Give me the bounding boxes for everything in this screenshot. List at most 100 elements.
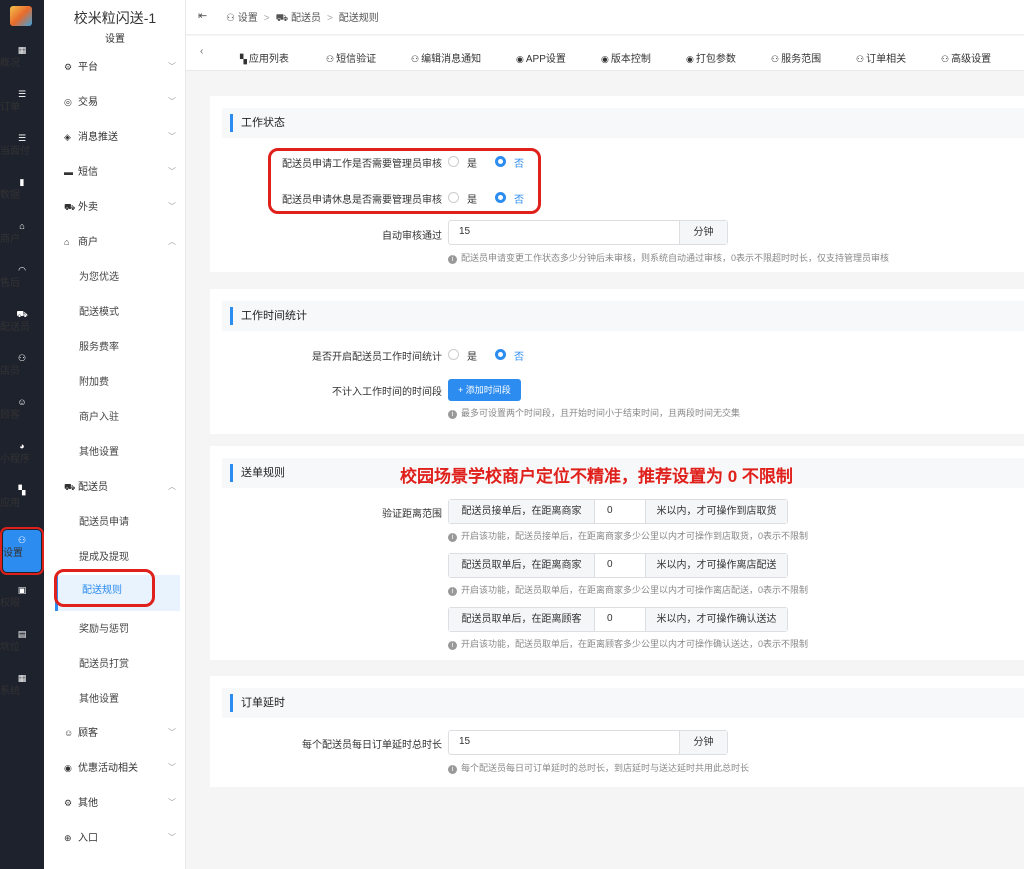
- push-icon: ◈: [64, 132, 71, 142]
- breadcrumb-settings[interactable]: 设置: [238, 13, 258, 24]
- group-platform[interactable]: ⚙ 平台 ﹀: [64, 57, 176, 77]
- compass-icon: ◉: [516, 54, 524, 64]
- sub-item-commission[interactable]: 提成及提现: [79, 548, 129, 568]
- tab-edit-notification[interactable]: ⚇ 编辑消息通知: [411, 50, 481, 65]
- sub-item-courier-tip[interactable]: 配送员打赏: [79, 655, 129, 675]
- doc-icon: ▤: [17, 629, 27, 639]
- group-sms[interactable]: ▬ 短信 ﹀: [64, 162, 176, 182]
- tab-order-related[interactable]: ⚇ 订单相关: [856, 50, 906, 65]
- tab-bar: ‹ ▚ 应用列表 ⚇ 短信验证 ⚇ 编辑消息通知 ◉ APP设置 ◉ 版本控制 ◉ 打包参数…: [186, 36, 1024, 71]
- user-gear-icon: ⚇: [17, 535, 27, 545]
- tab-advanced[interactable]: ⚇ 高级设置: [941, 50, 991, 65]
- group-merchant[interactable]: ⌂ 商户 ︿: [64, 232, 176, 252]
- highlight-box-review-options: [268, 148, 541, 214]
- group-courier[interactable]: ⛟ 配送员 ︿: [64, 477, 176, 497]
- tab-version-control[interactable]: ◉ 版本控制: [601, 50, 651, 65]
- group-takeout[interactable]: ⛟ 外卖 ﹀: [64, 197, 176, 217]
- tab-package-params[interactable]: ◉ 打包参数: [686, 50, 736, 65]
- nav-staff[interactable]: ⚇ 店员: [0, 348, 44, 390]
- user-icon: ⚇: [941, 54, 950, 64]
- nav-slots[interactable]: ▤ 坑位: [0, 624, 44, 666]
- list-icon: ☰: [17, 89, 27, 99]
- sub-item-merchant-other[interactable]: 其他设置: [79, 443, 119, 463]
- truck-icon: ⛟: [64, 482, 76, 492]
- nav-courier[interactable]: ⛟ 配送员: [0, 304, 44, 346]
- list-icon: ☰: [17, 133, 27, 143]
- label-excluded-periods: 不计入工作时间的时间段: [332, 387, 442, 398]
- user-icon: ⚇: [326, 54, 335, 64]
- distance-hint-depart: i 开启该功能，配送员取单后，在距离商家多少公里以内才可操作离店配送，0表示不限制: [448, 583, 808, 596]
- chevron-down-icon: ﹀: [168, 798, 176, 807]
- radio-work-time-no[interactable]: 否: [495, 348, 524, 363]
- tab-service-area[interactable]: ⚇ 服务范围: [771, 50, 821, 65]
- label-auto-approve: 自动审核通过: [382, 231, 442, 242]
- smile-icon: ☺: [64, 728, 74, 738]
- chevron-left-icon[interactable]: ‹: [200, 46, 203, 57]
- nav-orders[interactable]: ☰ 订单: [0, 84, 44, 126]
- order-delay-card: 订单延时 每个配送员每日订单延时总时长 15 分钟 i 每个配送员每日可订单延时的总…: [210, 676, 1024, 787]
- tab-app-list[interactable]: ▚ 应用列表: [240, 50, 289, 65]
- nav-merchant[interactable]: ⌂ 商户: [0, 216, 44, 258]
- chevron-down-icon: ﹀: [168, 62, 176, 71]
- group-entry[interactable]: ⊕ 入口 ﹀: [64, 828, 176, 848]
- top-bar: ⇤ ⚇ 设置 > ⛟ 配送员 > 配送规则: [186, 0, 1024, 35]
- lock-icon: ▣: [17, 585, 27, 595]
- distance-hint-pickup: i 开启该功能，配送员接单后，在距离商家多少公里以内才可操作到店取货，0表示不限制: [448, 529, 808, 542]
- distance-input-pickup[interactable]: 配送员接单后，在距离商家 0 米以内，才可操作到店取货: [448, 499, 788, 524]
- grid-icon: ▚: [18, 485, 26, 495]
- user-icon: ⚇: [856, 54, 865, 64]
- tab-app-settings[interactable]: ◉ APP设置: [516, 50, 566, 65]
- group-promo[interactable]: ◉ 优惠活动相关 ﹀: [64, 758, 176, 778]
- annotation-recommendation: 校园场景学校商户定位不精准，推荐设置为 0 不限制: [400, 467, 793, 486]
- nav-overview[interactable]: ▦ 概况: [0, 40, 44, 82]
- chevron-down-icon: ﹀: [168, 202, 176, 211]
- other-icon: ⚙: [64, 798, 73, 808]
- nav-data[interactable]: ▮ 数据: [0, 172, 44, 214]
- auto-approve-hint: i 配送员申请变更工作状态多少分钟后未审核，则系统自动通过审核，0表示不限超时时长…: [448, 251, 889, 264]
- sub-item-surcharge[interactable]: 附加费: [79, 373, 109, 393]
- sub-item-preferred[interactable]: 为您优选: [79, 268, 119, 288]
- promo-icon: ◉: [64, 763, 72, 773]
- section-title-work-status: 工作状态: [230, 114, 285, 132]
- sub-item-merchant-join[interactable]: 商户入驻: [79, 408, 119, 428]
- nav-settings[interactable]: ⚇ 设置: [0, 527, 44, 575]
- sub-item-delivery-mode[interactable]: 配送模式: [79, 303, 119, 323]
- section-subtitle: 设置: [105, 34, 125, 45]
- nav-apps[interactable]: ▚ 应用: [0, 480, 44, 522]
- chevron-down-icon: ﹀: [168, 833, 176, 842]
- dispatch-rules-card: 送单规则 校园场景学校商户定位不精准，推荐设置为 0 不限制 验证距离范围 配送…: [210, 446, 1024, 660]
- nav-aftersale[interactable]: ◠ 售后: [0, 260, 44, 302]
- compass-icon: ◉: [686, 54, 694, 64]
- nav-miniprogram[interactable]: ◕ 小程序: [0, 436, 44, 478]
- add-time-period-button[interactable]: + 添加时间段: [448, 379, 521, 401]
- user-icon: ⚇: [411, 54, 420, 64]
- sub-item-service-fee[interactable]: 服务费率: [79, 338, 119, 358]
- nav-customer[interactable]: ☺ 顾客: [0, 392, 44, 434]
- scooter-icon: ⛟: [64, 202, 76, 212]
- group-trade[interactable]: ◎ 交易 ﹀: [64, 92, 176, 112]
- group-other[interactable]: ⚙ 其他 ﹀: [64, 793, 176, 813]
- sub-item-reward-penalty[interactable]: 奖励与惩罚: [79, 620, 129, 640]
- distance-input-deliver[interactable]: 配送员取单后，在距离顾客 0 米以内，才可操作确认送达: [448, 607, 788, 632]
- group-push[interactable]: ◈ 消息推送 ﹀: [64, 127, 176, 147]
- user-icon: ⚇: [771, 54, 780, 64]
- entry-icon: ⊕: [64, 833, 72, 843]
- chevron-down-icon: ﹀: [168, 763, 176, 772]
- group-customer[interactable]: ☺ 顾客 ﹀: [64, 723, 176, 743]
- sub-item-courier-apply[interactable]: 配送员申请: [79, 513, 129, 533]
- chevron-down-icon: ﹀: [168, 132, 176, 141]
- auto-approve-input[interactable]: 15 分钟: [448, 220, 728, 245]
- nav-system[interactable]: ▦ 系统: [0, 668, 44, 710]
- daily-delay-input[interactable]: 15 分钟: [448, 730, 728, 755]
- radio-work-time-yes[interactable]: 是: [448, 348, 477, 363]
- nav-permissions[interactable]: ▣ 权限: [0, 580, 44, 622]
- settings-sub-nav: 校米粒闪送-1 设置 ⚙ 平台 ﹀ ◎ 交易 ﹀ ◈ 消息推送 ﹀ ▬ 短信 ﹀ ⛟ 外卖 ﹀ ⌂ 商…: [44, 0, 186, 869]
- distance-input-depart[interactable]: 配送员取单后，在距离商家 0 米以内，才可操作离店配送: [448, 553, 788, 578]
- nav-face-pay[interactable]: ☰ 当面付: [0, 128, 44, 170]
- breadcrumb-courier[interactable]: 配送员: [291, 13, 321, 24]
- tab-sms-verify[interactable]: ⚇ 短信验证: [326, 50, 376, 65]
- info-icon: i: [448, 587, 457, 596]
- collapse-menu-icon[interactable]: ⇤: [198, 9, 207, 22]
- sub-item-courier-other[interactable]: 其他设置: [79, 690, 119, 710]
- section-title-order-delay: 订单延时: [230, 694, 285, 712]
